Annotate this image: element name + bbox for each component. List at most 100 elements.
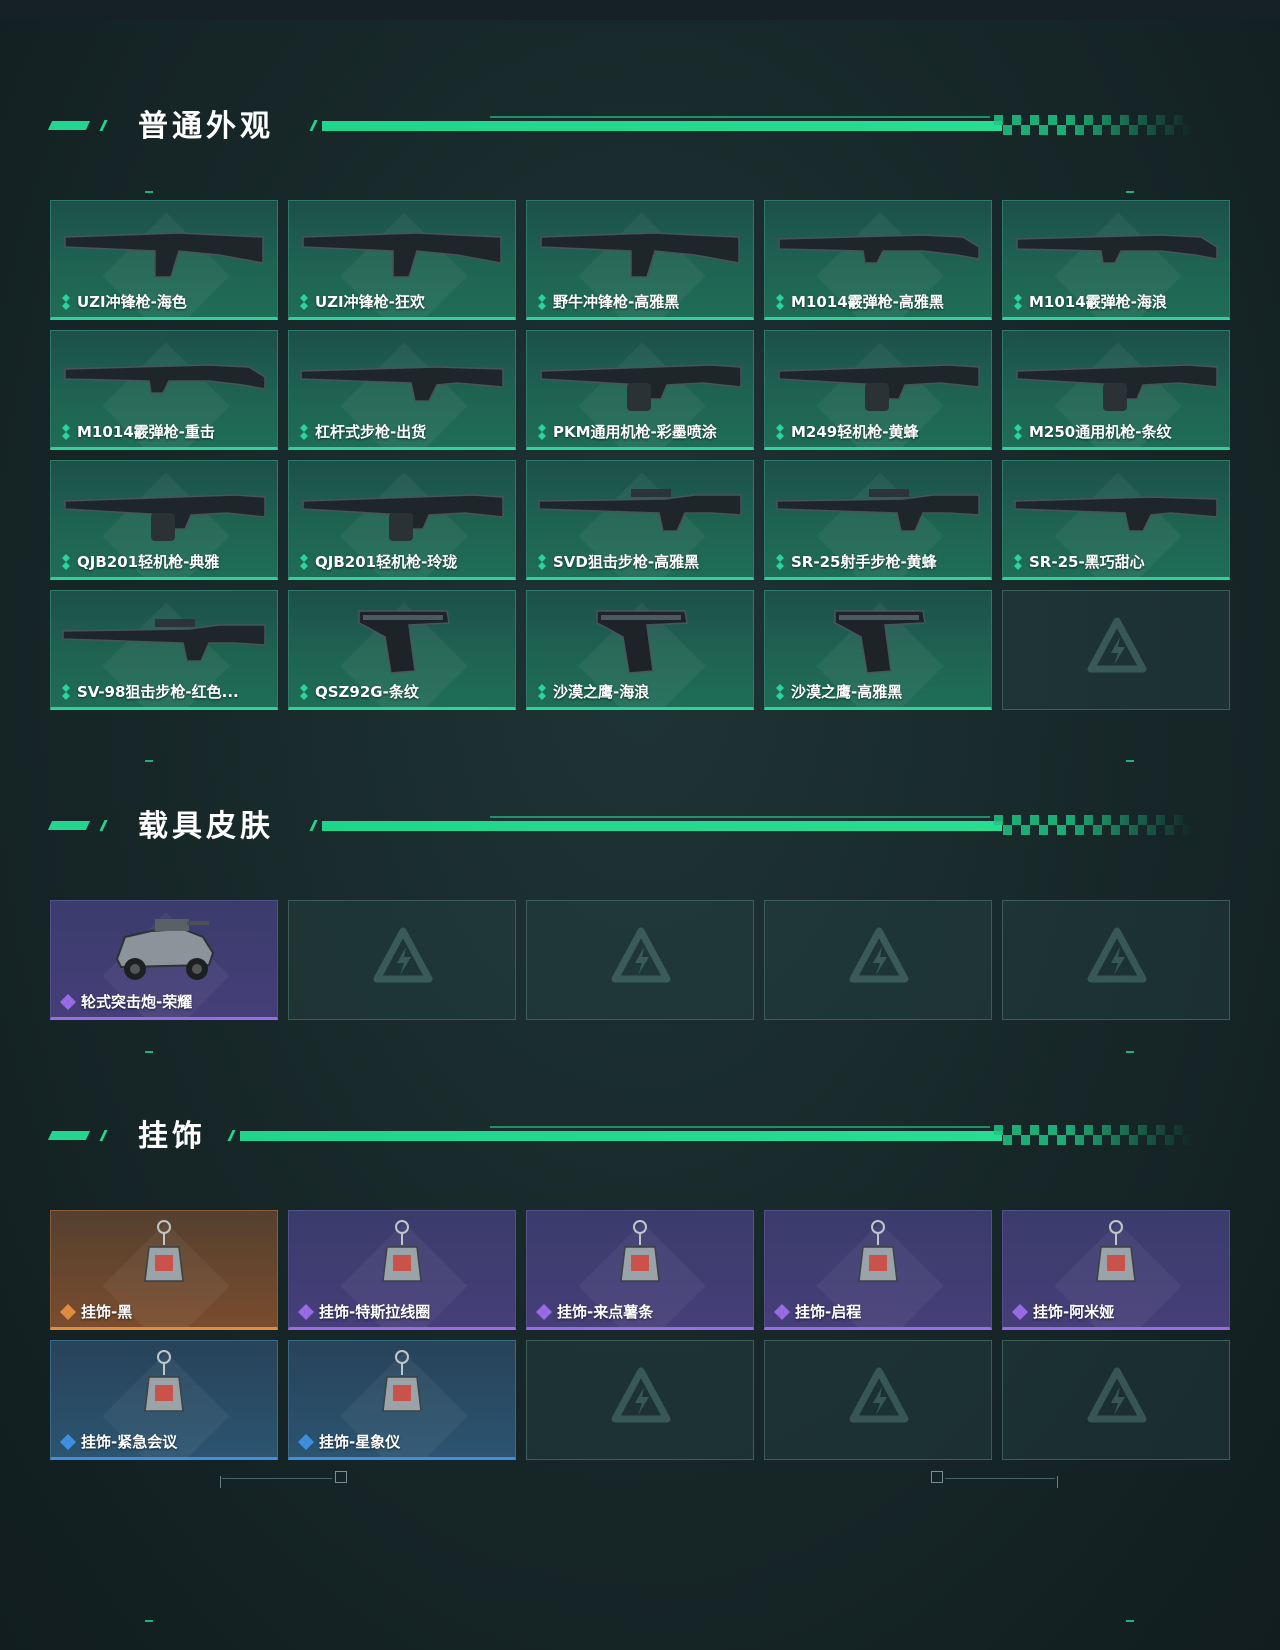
item-card[interactable]: SV-98狙击步枪-红色...	[50, 590, 278, 710]
rarity-icon	[59, 993, 77, 1011]
item-card[interactable]: M250通用机枪-条纹	[1002, 330, 1230, 450]
rarity-icon	[297, 293, 311, 311]
item-name: 挂饰-阿米娅	[1033, 1303, 1115, 1321]
empty-slot	[526, 1340, 754, 1460]
item-name: QJB201轻机枪-玲珑	[315, 553, 458, 571]
item-name: M1014霰弹枪-高雅黑	[791, 293, 944, 311]
item-card[interactable]: M1014霰弹枪-重击	[50, 330, 278, 450]
item-card[interactable]: 挂饰-紧急会议	[50, 1340, 278, 1460]
item-name: 挂饰-星象仪	[319, 1433, 401, 1451]
header-accent-slash	[99, 820, 108, 831]
item-card[interactable]: SVD狙击步枪-高雅黑	[526, 460, 754, 580]
item-name: QJB201轻机枪-典雅	[77, 553, 220, 571]
rarity-icon	[773, 423, 787, 441]
item-name: 杠杆式步枪-出货	[315, 423, 427, 441]
footer-marker	[220, 1476, 221, 1488]
rarity-icon	[59, 423, 73, 441]
rarity-icon	[535, 1303, 553, 1321]
decor-tick	[145, 191, 153, 193]
empty-slot	[526, 900, 754, 1020]
item-name-row: 挂饰-启程	[773, 1301, 861, 1322]
item-name-row: SR-25-黑巧甜心	[1011, 551, 1145, 572]
charm-grid: 挂饰-黑 挂饰-特斯拉线圈 挂饰-来点薯条 挂饰-启程 挂饰-阿米娅挂饰-紧急会议 挂饰-…	[50, 1210, 1230, 1460]
item-card[interactable]: 杠杆式步枪-出货	[288, 330, 516, 450]
item-name: QSZ92G-条纹	[315, 683, 419, 701]
item-card[interactable]: 挂饰-黑	[50, 1210, 278, 1330]
item-card[interactable]: 野牛冲锋枪-高雅黑	[526, 200, 754, 320]
item-card[interactable]: SR-25-黑巧甜心	[1002, 460, 1230, 580]
item-name-row: 挂饰-星象仪	[297, 1431, 400, 1452]
header-accent-line	[490, 816, 990, 818]
item-card[interactable]: 挂饰-来点薯条	[526, 1210, 754, 1330]
item-name-row: SVD狙击步枪-高雅黑	[535, 551, 699, 572]
item-name-row: UZI冲锋枪-海色	[59, 291, 187, 312]
rarity-icon	[297, 553, 311, 571]
item-card[interactable]: QSZ92G-条纹	[288, 590, 516, 710]
header-checker-pattern	[994, 115, 1194, 135]
rarity-icon	[297, 683, 311, 701]
header-accent-line	[490, 1126, 990, 1128]
item-name: SR-25-黑巧甜心	[1029, 553, 1145, 571]
header-accent-dash	[47, 821, 91, 830]
item-name-row: 轮式突击炮-荣耀	[59, 991, 192, 1012]
section-header-vehicle-skins: 载具皮肤	[47, 807, 1200, 847]
header-accent-dash	[47, 121, 91, 130]
rarity-icon	[297, 1433, 315, 1451]
decor-tick	[145, 1051, 153, 1053]
top-bar	[0, 0, 1280, 20]
item-card[interactable]: SR-25射手步枪-黄蜂	[764, 460, 992, 580]
item-name-row: UZI冲锋枪-狂欢	[297, 291, 425, 312]
rarity-icon	[535, 553, 549, 571]
decor-tick	[145, 760, 153, 762]
item-card[interactable]: 挂饰-阿米娅	[1002, 1210, 1230, 1330]
rarity-icon	[1011, 553, 1025, 571]
item-card[interactable]: M249轻机枪-黄蜂	[764, 330, 992, 450]
item-card[interactable]: 挂饰-星象仪	[288, 1340, 516, 1460]
item-card[interactable]: M1014霰弹枪-高雅黑	[764, 200, 992, 320]
item-name: 沙漠之鹰-海浪	[553, 683, 650, 701]
item-name: 挂饰-紧急会议	[81, 1433, 178, 1451]
item-name: 挂饰-启程	[795, 1303, 862, 1321]
item-name-row: 挂饰-特斯拉线圈	[297, 1301, 430, 1322]
item-card[interactable]: 轮式突击炮-荣耀	[50, 900, 278, 1020]
item-name: SR-25射手步枪-黄蜂	[791, 553, 937, 571]
item-card[interactable]: 沙漠之鹰-高雅黑	[764, 590, 992, 710]
decor-tick	[1126, 1051, 1134, 1053]
header-accent-slash	[309, 120, 318, 131]
rarity-icon	[1011, 423, 1025, 441]
rarity-icon	[773, 293, 787, 311]
empty-slot	[288, 900, 516, 1020]
rarity-icon	[297, 1303, 315, 1321]
item-card[interactable]: UZI冲锋枪-狂欢	[288, 200, 516, 320]
item-card[interactable]: QJB201轻机枪-典雅	[50, 460, 278, 580]
item-card[interactable]: 挂饰-特斯拉线圈	[288, 1210, 516, 1330]
item-name: SV-98狙击步枪-红色...	[77, 683, 239, 701]
rarity-icon	[535, 423, 549, 441]
section-title: 挂饰	[138, 1119, 206, 1154]
item-card[interactable]: M1014霰弹枪-海浪	[1002, 200, 1230, 320]
item-name: UZI冲锋枪-狂欢	[315, 293, 425, 311]
footer-line	[945, 1478, 1055, 1479]
item-name-row: 沙漠之鹰-海浪	[535, 681, 649, 702]
header-accent-slash	[309, 820, 318, 831]
rarity-icon	[1011, 293, 1025, 311]
footer-square	[931, 1471, 943, 1483]
item-card[interactable]: QJB201轻机枪-玲珑	[288, 460, 516, 580]
item-name: 挂饰-黑	[81, 1303, 133, 1321]
item-name: PKM通用机枪-彩墨喷涂	[553, 423, 717, 441]
footer-square	[335, 1471, 347, 1483]
item-card[interactable]: 沙漠之鹰-海浪	[526, 590, 754, 710]
item-card[interactable]: PKM通用机枪-彩墨喷涂	[526, 330, 754, 450]
empty-slot	[1002, 1340, 1230, 1460]
decor-tick	[1126, 191, 1134, 193]
item-card[interactable]: 挂饰-启程	[764, 1210, 992, 1330]
header-accent-slash	[227, 1130, 236, 1141]
section-title: 载具皮肤	[138, 809, 274, 844]
item-name-row: 杠杆式步枪-出货	[297, 421, 426, 442]
item-name-row: 挂饰-阿米娅	[1011, 1301, 1114, 1322]
item-name-row: M250通用机枪-条纹	[1011, 421, 1171, 442]
item-name-row: SV-98狙击步枪-红色...	[59, 681, 239, 702]
section-header-charms: 挂饰	[47, 1117, 1200, 1157]
rarity-icon	[773, 553, 787, 571]
item-card[interactable]: UZI冲锋枪-海色	[50, 200, 278, 320]
